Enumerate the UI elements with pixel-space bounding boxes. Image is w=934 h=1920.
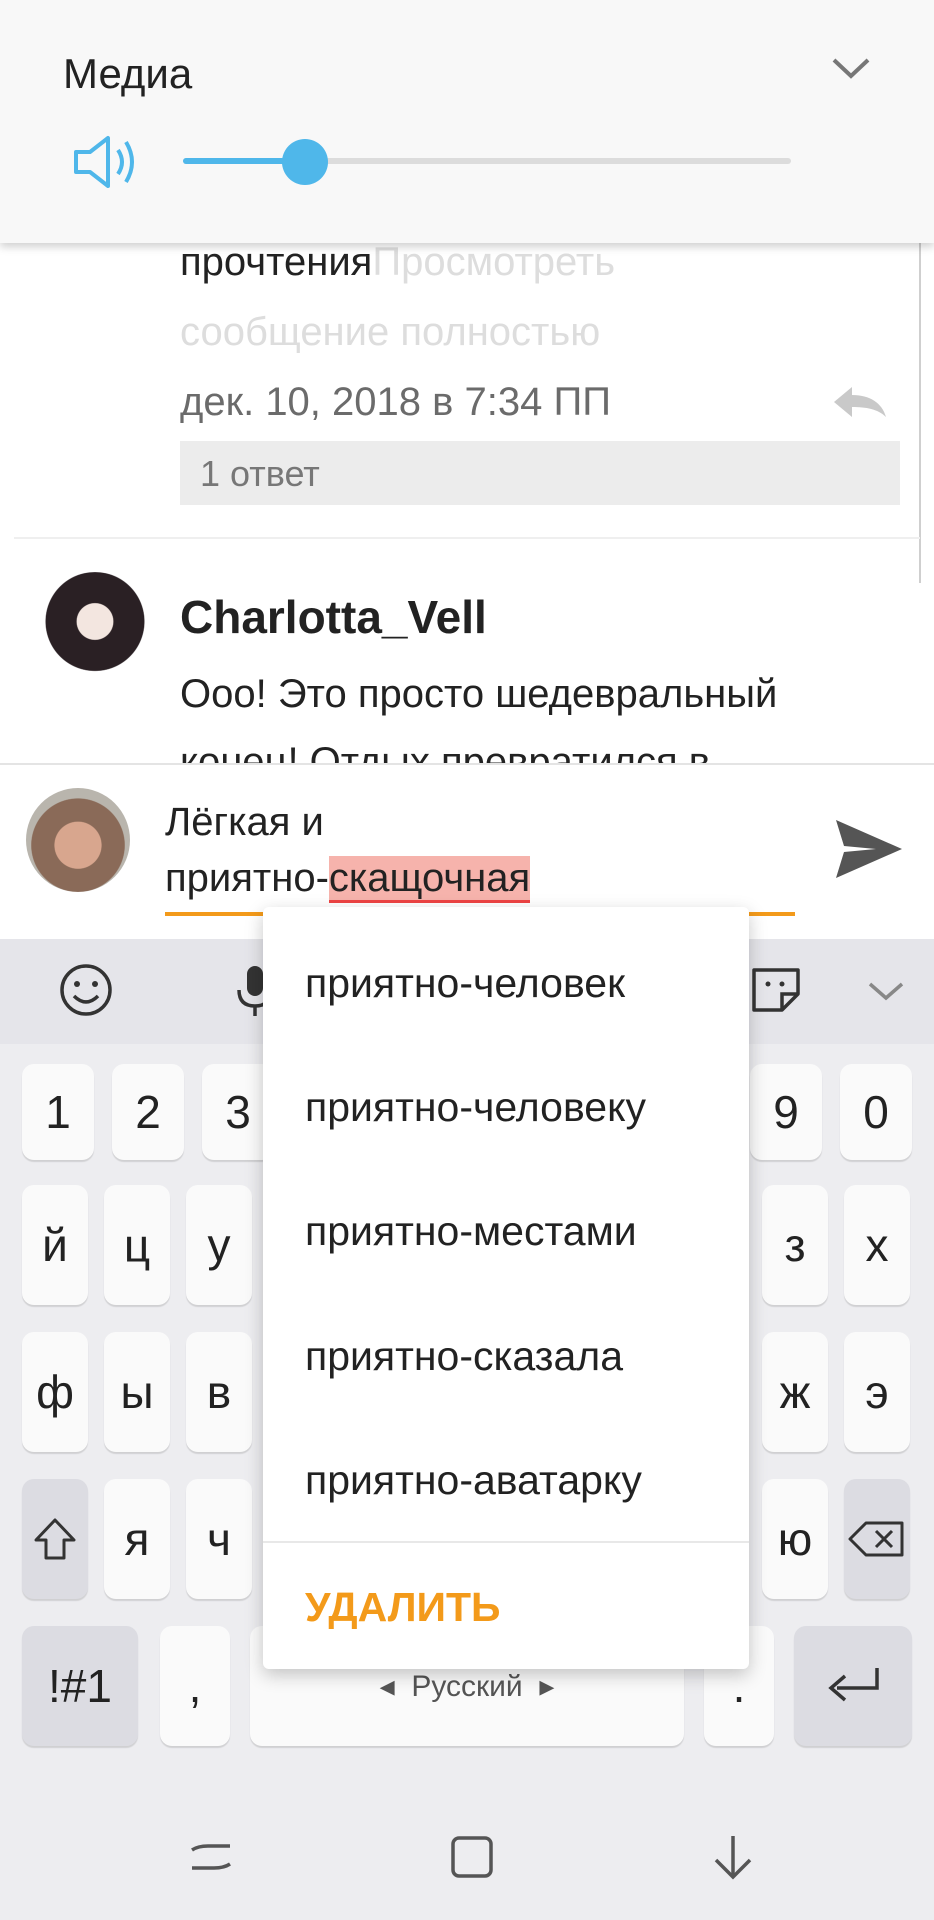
key-ц[interactable]: ц [104, 1185, 170, 1305]
misspelled-word[interactable]: скащочная [328, 856, 531, 903]
key-0[interactable]: 0 [840, 1064, 912, 1160]
key-ы[interactable]: ы [104, 1332, 170, 1452]
shift-key[interactable] [22, 1479, 88, 1599]
emoji-icon[interactable] [56, 960, 116, 1020]
key-9[interactable]: 9 [750, 1064, 822, 1160]
comment-divider [14, 537, 920, 539]
back-icon[interactable] [708, 1832, 758, 1882]
key-ф[interactable]: ф [22, 1332, 88, 1452]
backspace-key[interactable] [844, 1479, 910, 1599]
chevron-down-icon[interactable] [856, 960, 916, 1020]
send-icon[interactable] [832, 812, 906, 886]
suggestion-item[interactable]: приятно-аватарку [305, 1457, 642, 1504]
avatar[interactable] [40, 572, 150, 682]
comment-input-text[interactable]: Лёгкая и [165, 800, 324, 845]
comment-author[interactable]: Charlotta_Vell [180, 590, 487, 644]
key-ч[interactable]: ч [186, 1479, 252, 1599]
sticker-icon[interactable] [746, 960, 806, 1020]
suggestion-item[interactable]: приятно-человеку [305, 1084, 646, 1131]
key-э[interactable]: э [844, 1332, 910, 1452]
spelling-suggestions-popup [263, 907, 749, 1669]
replies-count: 1 ответ [200, 453, 320, 494]
popup-divider [263, 1541, 749, 1543]
view-full-message-link-cont[interactable]: сообщение полностью [180, 310, 600, 355]
reply-icon[interactable] [830, 383, 890, 421]
recent-apps-icon[interactable] [186, 1832, 236, 1882]
comment-input-text-line2[interactable]: приятно-скащочная [165, 856, 531, 903]
comment-text: прочтенияПросмотреть [180, 240, 616, 284]
key-х[interactable]: х [844, 1185, 910, 1305]
suggestion-item[interactable]: приятно-человек [305, 960, 625, 1007]
comma-key[interactable]: , [160, 1626, 230, 1746]
delete-word-button[interactable]: УДАЛИТЬ [305, 1584, 501, 1631]
backspace-icon [848, 1521, 904, 1557]
language-prev-icon: ◂ [379, 1669, 395, 1703]
key-2[interactable]: 2 [112, 1064, 184, 1160]
key-й[interactable]: й [22, 1185, 88, 1305]
media-volume-panel: Медиа [0, 0, 934, 243]
enter-icon [828, 1668, 879, 1702]
view-full-message-link[interactable]: Просмотреть [372, 240, 615, 284]
key-ж[interactable]: ж [762, 1332, 828, 1452]
home-icon[interactable] [447, 1832, 497, 1882]
suggestion-item[interactable]: приятно-местами [305, 1208, 637, 1255]
volume-slider-thumb[interactable] [281, 139, 328, 185]
key-я[interactable]: я [104, 1479, 170, 1599]
language-next-icon: ▸ [539, 1669, 555, 1703]
comment-date: дек. 10, 2018 в 7:34 ПП [180, 380, 611, 424]
scroll-track [919, 243, 921, 583]
key-ю[interactable]: ю [762, 1479, 828, 1599]
shift-icon [34, 1518, 76, 1560]
media-title: Медиа [63, 50, 193, 97]
symbols-key[interactable]: !#1 [22, 1626, 138, 1746]
comment-text: Ооо! Это просто шедевральный [180, 672, 778, 716]
volume-icon[interactable] [72, 134, 140, 190]
key-у[interactable]: у [186, 1185, 252, 1305]
enter-key[interactable] [794, 1626, 912, 1746]
key-1[interactable]: 1 [22, 1064, 94, 1160]
suggestion-item[interactable]: приятно-сказала [305, 1333, 623, 1380]
chevron-down-icon[interactable] [828, 50, 874, 84]
user-avatar [26, 788, 130, 892]
key-в[interactable]: в [186, 1332, 252, 1452]
key-з[interactable]: з [762, 1185, 828, 1305]
